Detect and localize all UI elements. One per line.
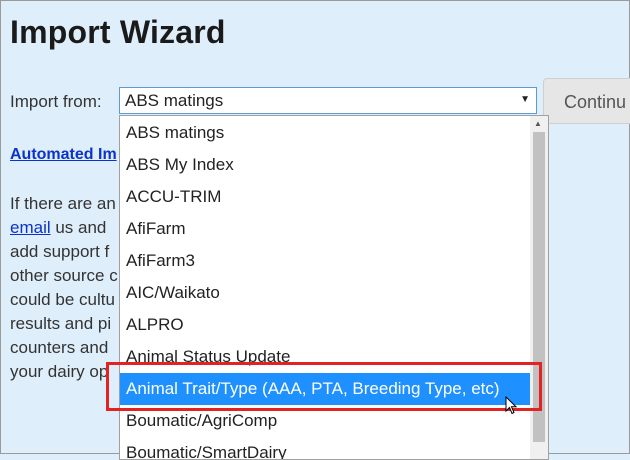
select-value: ABS matings [125, 91, 224, 110]
dropdown-option[interactable]: ALPRO [120, 309, 530, 341]
continue-button[interactable]: Continu [543, 78, 630, 124]
dropdown-arrow-icon: ▼ [520, 94, 530, 105]
automated-import-link[interactable]: Automated Im [10, 146, 117, 164]
help-line: counters and [10, 338, 109, 357]
help-line-email: email us and [10, 218, 107, 237]
help-line: your dairy op [10, 362, 109, 381]
dropdown-option[interactable]: AIC/Waikato [120, 277, 530, 309]
scroll-up-icon[interactable]: ▲ [534, 119, 542, 128]
scrollbar-thumb[interactable] [533, 132, 545, 442]
dropdown-option[interactable]: Boumatic/SmartDairy [120, 437, 530, 459]
email-link[interactable]: email [10, 218, 51, 237]
page-title: Import Wizard [10, 14, 226, 50]
help-line: other source c [10, 266, 118, 285]
dropdown-option[interactable]: AfiFarm3 [120, 245, 530, 277]
dropdown-option[interactable]: Animal Status Update [120, 341, 530, 373]
help-line: add support f [10, 242, 110, 261]
dropdown-option[interactable]: ABS matings [120, 117, 530, 149]
import-source-dropdown-list[interactable]: ABS matings ABS My Index ACCU-TRIM AfiFa… [119, 115, 549, 460]
help-line: If there are an [10, 194, 116, 213]
dropdown-option-selected[interactable]: Animal Trait/Type (AAA, PTA, Breeding Ty… [120, 373, 530, 405]
mouse-pointer-icon [505, 396, 518, 415]
help-line: could be cultu [10, 290, 115, 309]
dropdown-scrollbar[interactable]: ▲ [530, 116, 548, 459]
import-from-label: Import from: [10, 92, 102, 111]
dropdown-option[interactable]: AfiFarm [120, 213, 530, 245]
dropdown-option[interactable]: ACCU-TRIM [120, 181, 530, 213]
help-text: If there are an email us and add support… [10, 192, 118, 384]
dropdown-option[interactable]: ABS My Index [120, 149, 530, 181]
help-line: results and pi [10, 314, 112, 333]
dropdown-option[interactable]: Boumatic/AgriComp [120, 405, 530, 437]
import-from-select[interactable]: ABS matings ▼ [119, 87, 537, 114]
